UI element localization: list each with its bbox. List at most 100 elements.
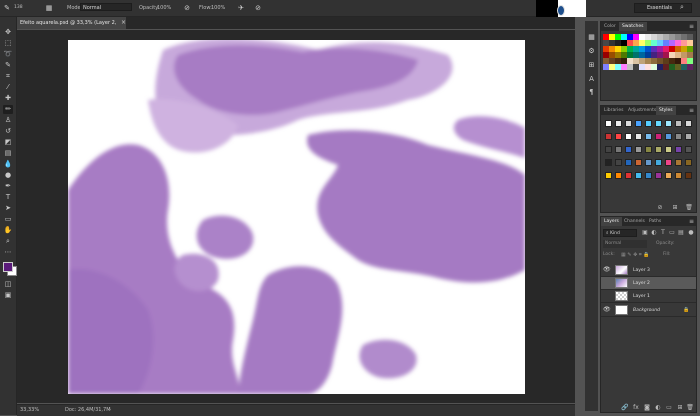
character-panel-icon[interactable]: A: [587, 75, 596, 84]
color-swatch[interactable]: [609, 34, 615, 40]
style-thumbnail[interactable]: [625, 120, 632, 127]
document-canvas[interactable]: [68, 40, 525, 394]
zoom-tool-icon[interactable]: ⌕: [3, 237, 13, 246]
color-swatch[interactable]: [645, 40, 651, 46]
opacity-value[interactable]: 100%: [157, 0, 171, 16]
color-swatch[interactable]: [633, 34, 639, 40]
color-swatch[interactable]: [645, 46, 651, 52]
move-tool-icon[interactable]: ✥: [3, 28, 13, 37]
type-tool-icon[interactable]: T: [3, 193, 13, 202]
style-thumbnail[interactable]: [665, 120, 672, 127]
layer-name[interactable]: Layer 2: [633, 277, 650, 290]
color-swatch[interactable]: [675, 40, 681, 46]
history-panel-icon[interactable]: ▦: [587, 33, 596, 42]
color-swatch[interactable]: [615, 64, 621, 70]
color-swatch[interactable]: [681, 58, 687, 64]
add-mask-icon[interactable]: ◙: [643, 404, 651, 412]
style-thumbnail[interactable]: [615, 120, 622, 127]
style-thumbnail[interactable]: [655, 146, 662, 153]
color-swatch[interactable]: [645, 52, 651, 58]
airbrush-icon[interactable]: ✈: [236, 3, 246, 13]
color-swatch[interactable]: [639, 40, 645, 46]
eraser-tool-icon[interactable]: ◩: [3, 138, 13, 147]
properties-panel-icon[interactable]: ⚙: [587, 47, 596, 56]
layer-row-layer-2[interactable]: Layer 2: [601, 277, 696, 290]
style-thumbnail[interactable]: [685, 172, 692, 179]
style-thumbnail[interactable]: [645, 172, 652, 179]
color-swatch[interactable]: [657, 52, 663, 58]
style-thumbnail[interactable]: [605, 120, 612, 127]
filter-type-icon[interactable]: T: [659, 229, 667, 237]
shape-tool-icon[interactable]: ▭: [3, 215, 13, 224]
quick-select-tool-icon[interactable]: ✎: [3, 61, 13, 70]
zoom-level[interactable]: 33,33%: [20, 405, 39, 416]
color-swatch[interactable]: [621, 46, 627, 52]
layer-style-icon[interactable]: fx: [632, 404, 640, 412]
style-thumbnail[interactable]: [685, 133, 692, 140]
style-thumbnail[interactable]: [635, 172, 642, 179]
color-swatch[interactable]: [651, 34, 657, 40]
panel-menu-icon[interactable]: ≡: [689, 22, 694, 31]
style-thumbnail[interactable]: [675, 146, 682, 153]
color-swatch[interactable]: [663, 34, 669, 40]
tab-color[interactable]: Color: [601, 22, 619, 31]
style-thumbnail[interactable]: [645, 120, 652, 127]
style-thumbnail[interactable]: [675, 172, 682, 179]
color-swatch[interactable]: [603, 58, 609, 64]
style-thumbnail[interactable]: [645, 133, 652, 140]
color-swatch[interactable]: [615, 52, 621, 58]
delete-style-icon[interactable]: 🗑: [685, 204, 693, 212]
color-swatch[interactable]: [681, 52, 687, 58]
color-swatch[interactable]: [633, 40, 639, 46]
color-swatch[interactable]: [615, 58, 621, 64]
brush-panel-icon[interactable]: ▦: [44, 3, 54, 13]
style-thumbnail[interactable]: [635, 146, 642, 153]
link-layers-icon[interactable]: 🔗: [621, 404, 629, 412]
brush-preset-icon[interactable]: ✎: [2, 3, 12, 13]
more-tools-icon[interactable]: ⋯: [3, 248, 13, 257]
panel-menu-icon[interactable]: ≡: [689, 106, 694, 115]
color-swatch[interactable]: [651, 40, 657, 46]
style-thumbnail[interactable]: [625, 133, 632, 140]
color-swatch[interactable]: [609, 52, 615, 58]
style-thumbnail[interactable]: [615, 146, 622, 153]
style-thumbnail[interactable]: [675, 133, 682, 140]
status-arrow-icon[interactable]: ›: [109, 405, 111, 416]
color-swatch[interactable]: [639, 52, 645, 58]
document-close-icon[interactable]: ×: [121, 17, 126, 29]
color-swatch[interactable]: [621, 40, 627, 46]
filter-adjustment-icon[interactable]: ◐: [650, 229, 658, 237]
layer-name[interactable]: Layer 3: [633, 264, 650, 277]
color-swatch[interactable]: [615, 40, 621, 46]
hand-tool-icon[interactable]: ✋: [3, 226, 13, 235]
color-swatch[interactable]: [657, 64, 663, 70]
color-swatch[interactable]: [645, 64, 651, 70]
style-thumbnail[interactable]: [675, 120, 682, 127]
style-thumbnail[interactable]: [635, 133, 642, 140]
color-swatch[interactable]: [669, 58, 675, 64]
clear-style-icon[interactable]: ⊘: [656, 204, 664, 212]
style-thumbnail[interactable]: [685, 146, 692, 153]
brush-tool-icon[interactable]: ✏: [3, 105, 13, 114]
color-swatch[interactable]: [675, 52, 681, 58]
color-swatch[interactable]: [687, 34, 693, 40]
new-style-icon[interactable]: ⊞: [671, 204, 679, 212]
color-swatch[interactable]: [675, 34, 681, 40]
color-swatch[interactable]: [657, 34, 663, 40]
color-swatch[interactable]: [657, 58, 663, 64]
quick-mask-icon[interactable]: ◫: [3, 280, 13, 289]
visibility-eye-icon[interactable]: 👁: [603, 267, 611, 273]
style-thumbnail[interactable]: [655, 133, 662, 140]
color-swatch[interactable]: [621, 58, 627, 64]
tab-libraries[interactable]: Libraries: [601, 106, 626, 115]
color-swatch[interactable]: [615, 46, 621, 52]
style-thumbnail[interactable]: [615, 159, 622, 166]
new-layer-icon[interactable]: ⊞: [676, 404, 684, 412]
info-panel-icon[interactable]: ⊞: [587, 61, 596, 70]
color-swatch[interactable]: [651, 46, 657, 52]
delete-layer-icon[interactable]: 🗑: [686, 404, 694, 412]
color-swatch[interactable]: [657, 46, 663, 52]
color-swatch[interactable]: [609, 64, 615, 70]
document-tab[interactable]: Efeito aquarela.psd @ 33,3% (Layer 2, RG…: [16, 17, 126, 38]
style-thumbnail[interactable]: [615, 172, 622, 179]
